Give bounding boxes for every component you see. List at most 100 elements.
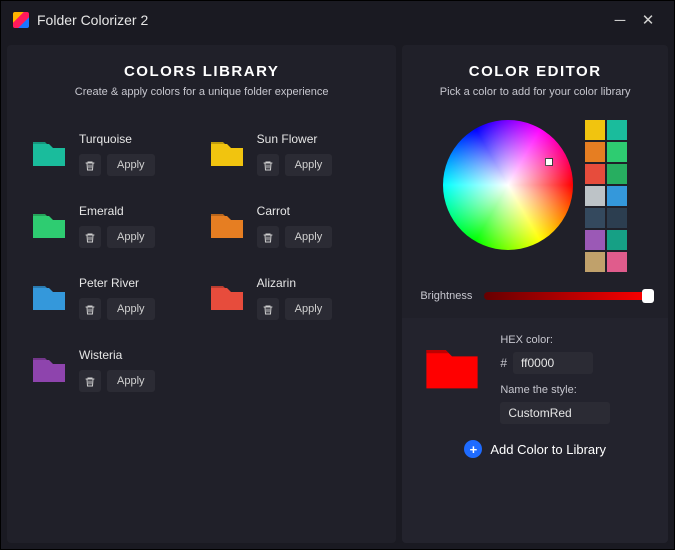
main-body: COLORS LIBRARY Create & apply colors for… [1,39,674,549]
name-label: Name the style: [500,384,610,396]
swatch-name: Alizarin [257,276,333,290]
palette-cell-4[interactable] [585,164,605,184]
brightness-label: Brightness [420,290,472,302]
swatch-name: Turquoise [79,132,155,146]
colors-library-panel: COLORS LIBRARY Create & apply colors for… [7,45,396,543]
palette-cell-10[interactable] [585,230,605,250]
hex-label: HEX color: [500,334,610,346]
swatch-name: Emerald [79,204,155,218]
swatch-grid: Turquoise Apply Sun Flower Apply [29,132,374,392]
trash-icon [85,232,95,243]
swatch-name: Carrot [257,204,333,218]
minimize-button[interactable]: ─ [606,12,634,29]
folder-icon [29,132,69,172]
swatch-info: Sun Flower Apply [257,132,333,176]
app-window: Folder Colorizer 2 ─ ✕ COLORS LIBRARY Cr… [0,0,675,550]
color-wheel[interactable] [443,120,573,250]
palette-cell-11[interactable] [607,230,627,250]
folder-icon [207,204,247,244]
swatch-info: Peter River Apply [79,276,155,320]
delete-button[interactable] [257,226,279,248]
swatch-row-carrot: Carrot Apply [207,204,375,248]
swatch-name: Sun Flower [257,132,333,146]
swatch-info: Carrot Apply [257,204,333,248]
plus-icon: + [464,440,482,458]
app-logo-icon [13,12,29,28]
apply-button[interactable]: Apply [107,226,155,248]
hex-input[interactable] [513,352,593,374]
swatch-row-wisteria: Wisteria Apply [29,348,197,392]
folder-icon [29,204,69,244]
close-button[interactable]: ✕ [634,11,662,29]
folder-icon [207,132,247,172]
delete-button[interactable] [79,226,101,248]
swatch-info: Wisteria Apply [79,348,155,392]
swatch-info: Emerald Apply [79,204,155,248]
editor-heading: COLOR EDITOR [420,63,650,80]
delete-button[interactable] [79,154,101,176]
apply-button[interactable]: Apply [107,370,155,392]
brightness-track [484,292,650,300]
delete-button[interactable] [79,370,101,392]
wheel-row [420,120,650,272]
swatch-buttons: Apply [257,298,333,320]
swatch-info: Alizarin Apply [257,276,333,320]
trash-icon [85,376,95,387]
brightness-row: Brightness [420,290,650,302]
add-color-button[interactable]: + Add Color to Library [420,440,650,458]
titlebar: Folder Colorizer 2 ─ ✕ [1,1,674,39]
palette-cell-1[interactable] [607,120,627,140]
palette-cell-5[interactable] [607,164,627,184]
preview-folder-icon [420,334,484,398]
editor-subtitle: Pick a color to add for your color libra… [420,86,650,98]
library-heading: COLORS LIBRARY [29,63,374,80]
apply-button[interactable]: Apply [285,226,333,248]
hash-symbol: # [500,356,507,370]
swatch-buttons: Apply [79,370,155,392]
delete-button[interactable] [257,298,279,320]
color-wheel-handle[interactable] [545,158,553,166]
apply-button[interactable]: Apply [285,154,333,176]
editor-bottom: HEX color: # Name the style: + Add Color… [402,318,668,543]
palette-cell-12[interactable] [585,252,605,272]
brightness-slider[interactable] [484,292,650,300]
folder-icon [207,276,247,316]
folder-icon [29,276,69,316]
swatch-buttons: Apply [79,154,155,176]
palette-cell-8[interactable] [585,208,605,228]
trash-icon [263,160,273,171]
swatch-name: Wisteria [79,348,155,362]
preset-palette [585,120,627,272]
preview-row: HEX color: # Name the style: [420,334,650,424]
apply-button[interactable]: Apply [285,298,333,320]
palette-cell-0[interactable] [585,120,605,140]
palette-cell-2[interactable] [585,142,605,162]
swatch-row-alizarin: Alizarin Apply [207,276,375,320]
hex-row: # [500,352,610,374]
delete-button[interactable] [257,154,279,176]
palette-cell-6[interactable] [585,186,605,206]
swatch-row-sun-flower: Sun Flower Apply [207,132,375,176]
add-color-label: Add Color to Library [490,442,606,457]
palette-cell-3[interactable] [607,142,627,162]
style-name-input[interactable] [500,402,610,424]
swatch-buttons: Apply [79,226,155,248]
swatch-name: Peter River [79,276,155,290]
swatch-buttons: Apply [257,154,333,176]
brightness-thumb[interactable] [642,289,654,303]
delete-button[interactable] [79,298,101,320]
swatch-buttons: Apply [79,298,155,320]
swatch-row-turquoise: Turquoise Apply [29,132,197,176]
swatch-buttons: Apply [257,226,333,248]
apply-button[interactable]: Apply [107,154,155,176]
palette-cell-9[interactable] [607,208,627,228]
app-title: Folder Colorizer 2 [37,12,606,28]
palette-cell-13[interactable] [607,252,627,272]
swatch-info: Turquoise Apply [79,132,155,176]
editor-top: COLOR EDITOR Pick a color to add for you… [402,45,668,312]
apply-button[interactable]: Apply [107,298,155,320]
palette-cell-7[interactable] [607,186,627,206]
color-editor-panel: COLOR EDITOR Pick a color to add for you… [402,45,668,543]
trash-icon [263,232,273,243]
trash-icon [263,304,273,315]
